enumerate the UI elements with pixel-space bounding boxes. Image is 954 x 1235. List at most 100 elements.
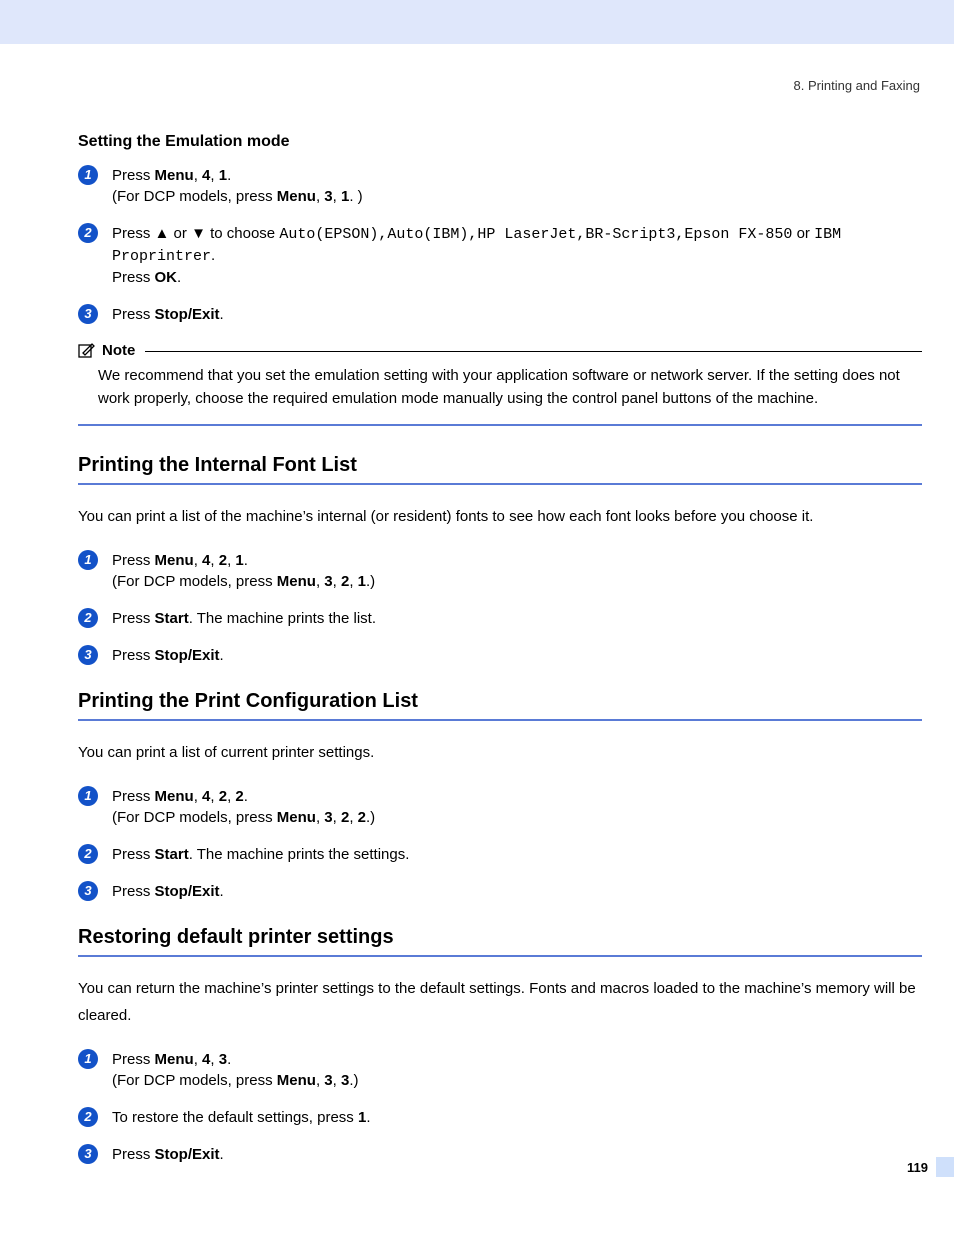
step-text: Press Menu, 4, 2, 2. (For DCP models, pr… <box>112 786 922 828</box>
t: 3 <box>324 573 332 590</box>
t: Press <box>112 610 155 627</box>
t: , <box>210 167 218 184</box>
t: . <box>220 883 224 900</box>
step-text: Press Start. The machine prints the list… <box>112 608 922 629</box>
t: . The machine prints the settings. <box>189 846 410 863</box>
t: , <box>210 788 218 805</box>
t: .) <box>366 809 375 826</box>
t: , <box>210 1051 218 1068</box>
t: Start <box>155 846 189 863</box>
t: Press <box>112 167 155 184</box>
heading-rule <box>78 483 922 485</box>
fontlist-step-1: 1 Press Menu, 4, 2, 1. (For DCP models, … <box>78 550 922 592</box>
step-badge-1: 1 <box>78 786 98 806</box>
emulation-step-1: 1 Press Menu, 4, 1. (For DCP models, pre… <box>78 165 922 207</box>
t: . ) <box>349 188 362 205</box>
step-text: Press Menu, 4, 3. (For DCP models, press… <box>112 1049 922 1091</box>
t: 2 <box>358 809 366 826</box>
intro-text: You can return the machine’s printer set… <box>78 975 922 1029</box>
chapter-label: 8. Printing and Faxing <box>78 78 922 93</box>
t: .) <box>366 573 375 590</box>
t: Press <box>112 552 155 569</box>
emulation-step-2: 2 Press ▲ or ▼ to choose Auto(EPSON),Aut… <box>78 223 922 288</box>
heading-rule <box>78 719 922 721</box>
restore-step-1: 1 Press Menu, 4, 3. (For DCP models, pre… <box>78 1049 922 1091</box>
step-badge-2: 2 <box>78 223 98 243</box>
t: Start <box>155 610 189 627</box>
step-text: Press Menu, 4, 1. (For DCP models, press… <box>112 165 922 207</box>
t: Press <box>112 269 155 286</box>
step-badge-3: 3 <box>78 645 98 665</box>
section-heading-restore: Restoring default printer settings <box>78 926 922 949</box>
t: Menu <box>155 552 194 569</box>
t: , <box>333 1072 341 1089</box>
step-badge-2: 2 <box>78 608 98 628</box>
t: Press <box>112 1146 155 1163</box>
t: Stop/Exit <box>155 306 220 323</box>
t: 3 <box>324 188 332 205</box>
t: Press <box>112 1051 155 1068</box>
t: . The machine prints the list. <box>189 610 376 627</box>
note-block: Note We recommend that you set the emula… <box>78 341 922 410</box>
t: , <box>194 1051 202 1068</box>
section-heading-emulation: Setting the Emulation mode <box>78 133 922 151</box>
t: . <box>227 167 231 184</box>
step-text: Press Menu, 4, 2, 1. (For DCP models, pr… <box>112 550 922 592</box>
header-band <box>0 0 954 44</box>
t: 3 <box>324 809 332 826</box>
fontlist-step-2: 2 Press Start. The machine prints the li… <box>78 608 922 629</box>
config-step-2: 2 Press Start. The machine prints the se… <box>78 844 922 865</box>
heading-rule <box>78 955 922 957</box>
page-content: 8. Printing and Faxing Setting the Emula… <box>0 44 954 1201</box>
note-pencil-icon <box>78 341 96 359</box>
t: To restore the default settings, press <box>112 1109 358 1126</box>
t: Press <box>112 225 155 242</box>
t: 1 <box>235 552 243 569</box>
t: , <box>349 809 357 826</box>
t: 1 <box>358 573 366 590</box>
config-step-3: 3 Press Stop/Exit. <box>78 881 922 902</box>
restore-step-2: 2 To restore the default settings, press… <box>78 1107 922 1128</box>
step-text: Press ▲ or ▼ to choose Auto(EPSON),Auto(… <box>112 223 922 288</box>
note-label: Note <box>102 342 135 359</box>
step-text: Press Stop/Exit. <box>112 1144 922 1165</box>
config-step-1: 1 Press Menu, 4, 2, 2. (For DCP models, … <box>78 786 922 828</box>
section-heading-fontlist: Printing the Internal Font List <box>78 454 922 477</box>
t: OK <box>155 269 178 286</box>
t: Press <box>112 883 155 900</box>
step-badge-1: 1 <box>78 550 98 570</box>
t: . <box>227 1051 231 1068</box>
t: , <box>210 552 218 569</box>
arrow-up-icon: ▲ <box>155 225 170 242</box>
t: 1 <box>219 167 227 184</box>
step-badge-2: 2 <box>78 1107 98 1127</box>
page-number-wrap: 119 <box>907 1157 954 1177</box>
intro-text: You can print a list of current printer … <box>78 739 922 766</box>
step-text: Press Stop/Exit. <box>112 304 922 325</box>
step-badge-1: 1 <box>78 1049 98 1069</box>
t: , <box>333 573 341 590</box>
t: (For DCP models, press <box>112 573 277 590</box>
step-badge-3: 3 <box>78 1144 98 1164</box>
t: , <box>333 188 341 205</box>
step-badge-3: 3 <box>78 304 98 324</box>
t: Press <box>112 647 155 664</box>
t: . <box>220 306 224 323</box>
t: Menu <box>155 1051 194 1068</box>
arrow-down-icon: ▼ <box>191 225 206 242</box>
t: 2 <box>219 552 227 569</box>
step-badge-1: 1 <box>78 165 98 185</box>
t: Menu <box>155 167 194 184</box>
t: Stop/Exit <box>155 883 220 900</box>
t: 2 <box>219 788 227 805</box>
t: . <box>211 247 215 264</box>
t: . <box>244 552 248 569</box>
section-divider <box>78 424 922 426</box>
t: Press <box>112 788 155 805</box>
t: Menu <box>277 188 316 205</box>
mono-options: Auto(EPSON),Auto(IBM),HP LaserJet,BR-Scr… <box>279 226 792 243</box>
t: .) <box>349 1072 358 1089</box>
t: , <box>349 573 357 590</box>
t: (For DCP models, press <box>112 1072 277 1089</box>
intro-text: You can print a list of the machine’s in… <box>78 503 922 530</box>
